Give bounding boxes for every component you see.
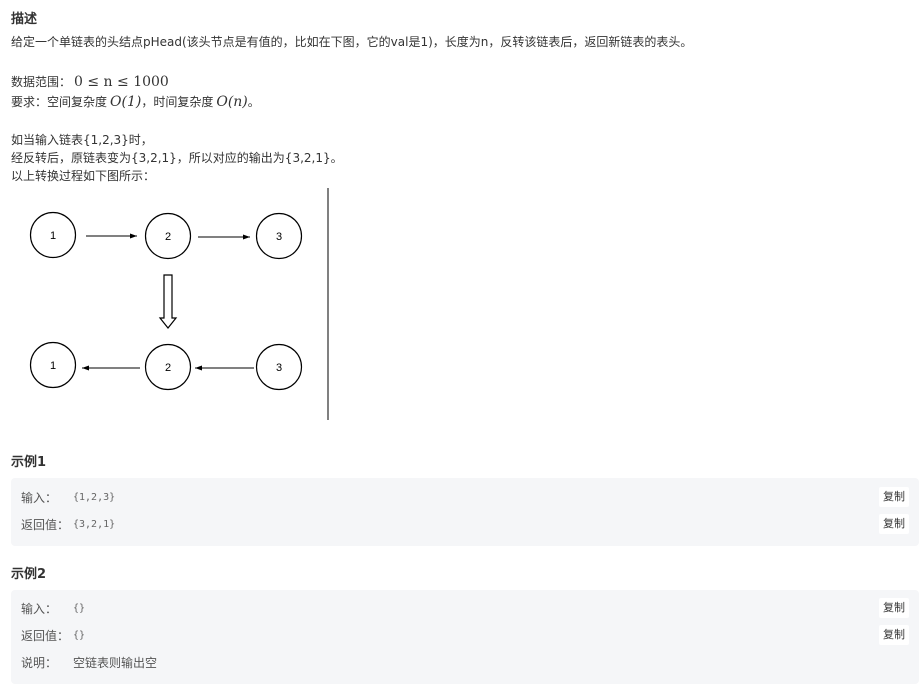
- svg-text:2: 2: [165, 231, 171, 243]
- example-2-input-row: 输入： {} 复制: [21, 598, 909, 618]
- example-1-title: 示例1: [11, 455, 47, 470]
- data-range-label: 数据范围：: [11, 75, 72, 89]
- example-explanation-1: 如当输入链表{1,2,3}时，: [11, 133, 153, 147]
- input-value: {}: [73, 602, 86, 614]
- bottom-node-3: 3: [255, 343, 303, 391]
- return-value-label: 返回值：: [21, 517, 70, 532]
- copy-output-button[interactable]: 复制: [879, 514, 909, 534]
- data-range-math: 0 ≤ n ≤ 1000: [74, 74, 169, 90]
- input-value: {1,2,3}: [73, 491, 116, 503]
- linked-list-reversal-diagram: 1 2 3 1 2 3: [20, 186, 340, 422]
- problem-intro: 给定一个单链表的头结点pHead(该头节点是有值的，比如在下图，它的val是1)…: [11, 35, 693, 49]
- input-label: 输入：: [21, 601, 58, 616]
- return-value-label: 返回值：: [21, 628, 70, 643]
- top-node-3: 3: [255, 212, 303, 260]
- example-1-output-row: 返回值： {3,2,1} 复制: [21, 514, 909, 534]
- note-text: 空链表则输出空: [73, 655, 158, 670]
- top-node-1: 1: [29, 211, 77, 259]
- requirement-label: 要求：空间复杂度: [11, 95, 108, 109]
- example-1-input-row: 输入： {1,2,3} 复制: [21, 487, 909, 507]
- svg-text:2: 2: [165, 362, 171, 374]
- top-node-2: 2: [144, 212, 192, 260]
- example-2-box: 输入： {} 复制 返回值： {} 复制 说明： 空链表则输出空: [11, 590, 919, 684]
- requirement-end: 。: [247, 95, 260, 109]
- diagram-svg: 1 2 3 1 2 3: [29, 188, 329, 420]
- return-value: {}: [73, 629, 86, 641]
- space-complexity: O(1): [110, 94, 142, 110]
- example-explanation-3: 以上转换过程如下图所示：: [11, 169, 156, 183]
- svg-text:3: 3: [276, 231, 282, 243]
- example-2-title: 示例2: [11, 567, 47, 582]
- transform-down-arrow: [158, 274, 178, 329]
- example-1-box: 输入： {1,2,3} 复制 返回值： {3,2,1} 复制: [11, 478, 919, 546]
- example-2-output-row: 返回值： {} 复制: [21, 625, 909, 645]
- copy-output-button[interactable]: 复制: [879, 625, 909, 645]
- note-label: 说明：: [21, 655, 58, 670]
- return-value: {3,2,1}: [73, 518, 116, 530]
- bottom-node-1: 1: [29, 341, 77, 389]
- requirement-mid: ，时间复杂度: [141, 95, 214, 109]
- svg-text:1: 1: [50, 230, 56, 242]
- copy-input-button[interactable]: 复制: [879, 598, 909, 618]
- description-title: 描述: [11, 12, 38, 27]
- data-range: 数据范围： 0 ≤ n ≤ 1000: [11, 73, 169, 91]
- time-complexity: O(n): [216, 94, 248, 110]
- example-explanation-2: 经反转后，原链表变为{3,2,1}，所以对应的输出为{3,2,1}。: [11, 151, 343, 165]
- svg-text:1: 1: [50, 360, 56, 372]
- input-label: 输入：: [21, 490, 58, 505]
- copy-input-button[interactable]: 复制: [879, 487, 909, 507]
- svg-text:3: 3: [276, 362, 282, 374]
- example-2-note-row: 说明： 空链表则输出空: [21, 652, 909, 672]
- complexity-requirement: 要求：空间复杂度 O(1)，时间复杂度 O(n)。: [11, 93, 260, 111]
- bottom-node-2: 2: [144, 343, 192, 391]
